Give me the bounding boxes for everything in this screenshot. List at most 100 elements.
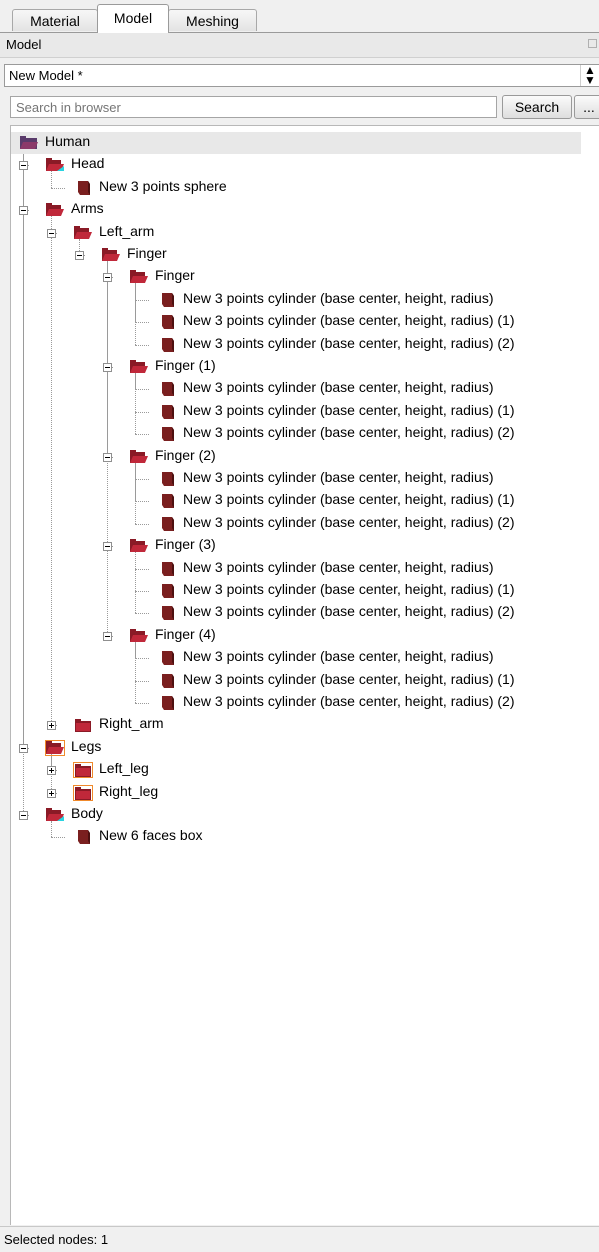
tree-row[interactable] — [11, 714, 591, 736]
search-button[interactable]: Search — [502, 95, 572, 119]
tree-row[interactable] — [11, 535, 591, 557]
tree-item-label: New 3 points cylinder (base center, heig… — [183, 379, 494, 396]
search-input[interactable] — [10, 96, 497, 118]
tree-row[interactable] — [11, 244, 591, 266]
solid-icon — [162, 651, 174, 666]
folder-open-icon — [74, 225, 92, 239]
folder-closed-icon — [73, 784, 93, 801]
tree-item-label: Human — [45, 133, 91, 149]
tree-item-label: New 3 points cylinder (base center, heig… — [183, 401, 515, 418]
collapse-icon[interactable] — [103, 363, 112, 372]
tree-item-label: New 3 points cylinder (base center, heig… — [183, 693, 515, 709]
solid-icon — [78, 830, 90, 845]
solid-icon — [162, 472, 174, 486]
tree-item-label: New 3 points cylinder (base center, heig… — [183, 491, 515, 508]
collapse-icon[interactable] — [19, 743, 28, 753]
folder-open-icon — [46, 203, 64, 217]
solid-icon — [162, 404, 174, 419]
collapse-icon[interactable] — [103, 542, 112, 552]
solid-icon — [162, 696, 174, 710]
tree-item-label: Finger (3) — [155, 536, 216, 553]
tree-item-label: Arms — [71, 200, 104, 217]
solid-icon — [162, 427, 174, 442]
tree-item-label: Head — [71, 155, 105, 172]
select-arrows-icon[interactable]: ▲ ▼ — [580, 64, 599, 86]
tree-item-label: New 3 points cylinder (base center, heig… — [183, 289, 494, 306]
expand-icon[interactable] — [47, 721, 56, 731]
tree-item-label: Right_arm — [99, 715, 164, 732]
search-options-button[interactable]: ... — [574, 95, 599, 119]
tree-item-label: Finger — [127, 245, 167, 261]
tab-bar: Material Model Meshing — [0, 0, 599, 33]
tree-item-label: New 3 points cylinder (base center, heig… — [183, 558, 494, 575]
dock-title: Model — [6, 37, 42, 52]
tree-item-label: Finger (4) — [155, 625, 216, 642]
tree-item-label: New 3 points cylinder (base center, heig… — [183, 648, 494, 665]
tab-meshing[interactable]: Meshing — [168, 9, 257, 31]
tree-row[interactable] — [11, 446, 591, 468]
folder-closed-icon — [73, 762, 93, 779]
folder-open-icon — [46, 808, 64, 821]
tree-item-label: New 6 faces box — [99, 827, 203, 844]
folder-open-icon — [46, 158, 64, 172]
model-select-value: New Model * — [9, 68, 83, 83]
tree-item-label: Finger (1) — [155, 357, 216, 373]
collapse-icon[interactable] — [19, 811, 28, 820]
folder-open-icon — [130, 539, 148, 553]
tree-item-label: Finger — [155, 267, 195, 284]
collapse-icon[interactable] — [19, 161, 28, 171]
solid-icon — [162, 337, 174, 352]
solid-icon — [162, 673, 174, 688]
model-tree[interactable]: Human Head New 3 points sphere Arms Left_arm… — [10, 125, 599, 1225]
tree-row[interactable] — [11, 759, 591, 781]
model-select[interactable]: New Model * ▲ ▼ — [4, 64, 599, 87]
tree-row[interactable] — [11, 356, 591, 378]
collapse-icon[interactable] — [103, 452, 112, 462]
tree-item-label: New 3 points cylinder (base center, heig… — [183, 334, 515, 351]
tree-item-label: New 3 points cylinder (base center, heig… — [183, 424, 515, 441]
tab-model[interactable]: Model — [97, 4, 169, 33]
tree-item-label: New 3 points cylinder (base center, heig… — [183, 513, 515, 530]
tree-row[interactable] — [11, 177, 591, 199]
status-text: Selected nodes: 1 — [4, 1232, 109, 1247]
tree-row[interactable] — [11, 132, 581, 154]
tree-item-label: New 3 points cylinder (base center, heig… — [183, 603, 515, 620]
folder-open-icon — [130, 360, 148, 373]
tree-row[interactable] — [11, 782, 591, 804]
tree-item-label: Finger (2) — [155, 446, 216, 463]
solid-icon — [162, 292, 174, 307]
solid-icon — [162, 561, 174, 576]
tree-item-label: New 3 points cylinder (base center, heig… — [183, 469, 494, 485]
folder-open-icon — [130, 628, 148, 642]
tree-item-label: Legs — [71, 737, 102, 754]
solid-icon — [162, 382, 174, 397]
status-bar: Selected nodes: 1 — [0, 1226, 599, 1252]
tree-row[interactable] — [11, 222, 591, 244]
tree-row[interactable] — [11, 625, 591, 647]
folder-open-icon — [20, 136, 38, 149]
tree-item-label: New 3 points cylinder (base center, heig… — [183, 670, 515, 687]
float-dock-icon[interactable] — [588, 39, 597, 48]
collapse-icon[interactable] — [19, 206, 28, 216]
solid-icon — [162, 606, 174, 621]
solid-icon — [162, 315, 174, 330]
collapse-icon[interactable] — [47, 228, 56, 238]
model-dock-titlebar: Model — [0, 33, 599, 58]
tree-item-label: New 3 points sphere — [99, 177, 227, 194]
tree-item-label: Right_leg — [99, 782, 159, 799]
expand-icon[interactable] — [47, 788, 56, 798]
solid-icon — [162, 494, 174, 509]
collapse-icon[interactable] — [103, 631, 112, 641]
tree-row[interactable] — [11, 266, 591, 288]
solid-icon — [162, 584, 174, 598]
tree-row[interactable] — [11, 826, 591, 848]
folder-open-icon — [130, 270, 148, 284]
folder-open-icon — [102, 248, 120, 261]
folder-open-icon — [130, 449, 148, 463]
folder-open-icon — [45, 739, 65, 756]
tree-item-label: Left_leg — [99, 760, 149, 777]
tab-material[interactable]: Material — [12, 9, 98, 31]
collapse-icon[interactable] — [75, 251, 84, 260]
expand-icon[interactable] — [47, 766, 56, 776]
collapse-icon[interactable] — [103, 273, 112, 283]
